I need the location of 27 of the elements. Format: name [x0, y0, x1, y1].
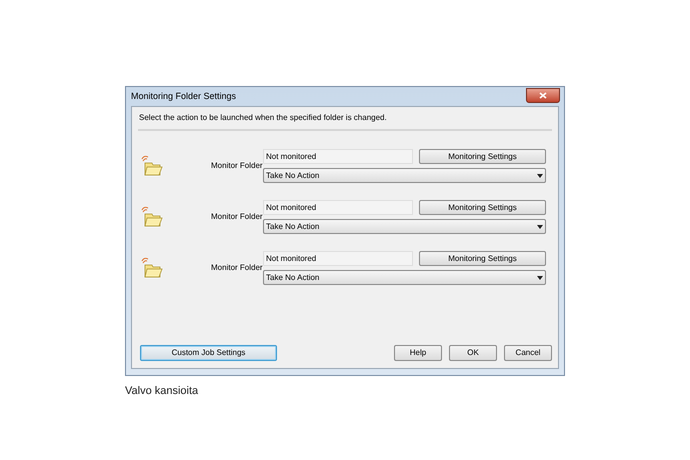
- monitor-folder-label: Monitor Folder: [211, 262, 263, 274]
- monitor-folder-label: Monitor Folder: [211, 211, 263, 223]
- status-field: Not monitored: [263, 200, 413, 215]
- dialog-button[interactable]: Cancel: [504, 345, 552, 361]
- dropdown-arrow-icon: [537, 276, 543, 280]
- custom-job-settings-button[interactable]: Custom Job Settings: [140, 345, 277, 361]
- action-dropdown[interactable]: Take No Action: [263, 168, 546, 183]
- monitoring-settings-button[interactable]: Monitoring Settings: [419, 251, 546, 266]
- caption-text: Valvo kansioita: [125, 384, 200, 399]
- dialog-button[interactable]: OK: [449, 345, 497, 361]
- monitoring-settings-button[interactable]: Monitoring Settings: [419, 149, 546, 164]
- folder-icon: [141, 257, 163, 279]
- status-field: Not monitored: [263, 149, 413, 164]
- status-field: Not monitored: [263, 251, 413, 266]
- monitor-folder-label: Monitor Folder: [211, 160, 263, 172]
- dropdown-arrow-icon: [537, 224, 543, 228]
- window-title: Monitoring Folder Settings: [131, 90, 236, 103]
- dialog-button[interactable]: Help: [394, 345, 442, 361]
- monitoring-settings-button[interactable]: Monitoring Settings: [419, 200, 546, 215]
- close-button[interactable]: [526, 88, 560, 102]
- folder-icon: [141, 206, 163, 228]
- action-dropdown[interactable]: Take No Action: [263, 270, 546, 285]
- instruction-text: Select the action to be launched when the specified folder is changed.: [138, 107, 552, 131]
- folder-icon: [141, 155, 163, 177]
- action-dropdown[interactable]: Take No Action: [263, 219, 546, 234]
- dropdown-arrow-icon: [537, 174, 543, 178]
- close-icon: [539, 92, 547, 98]
